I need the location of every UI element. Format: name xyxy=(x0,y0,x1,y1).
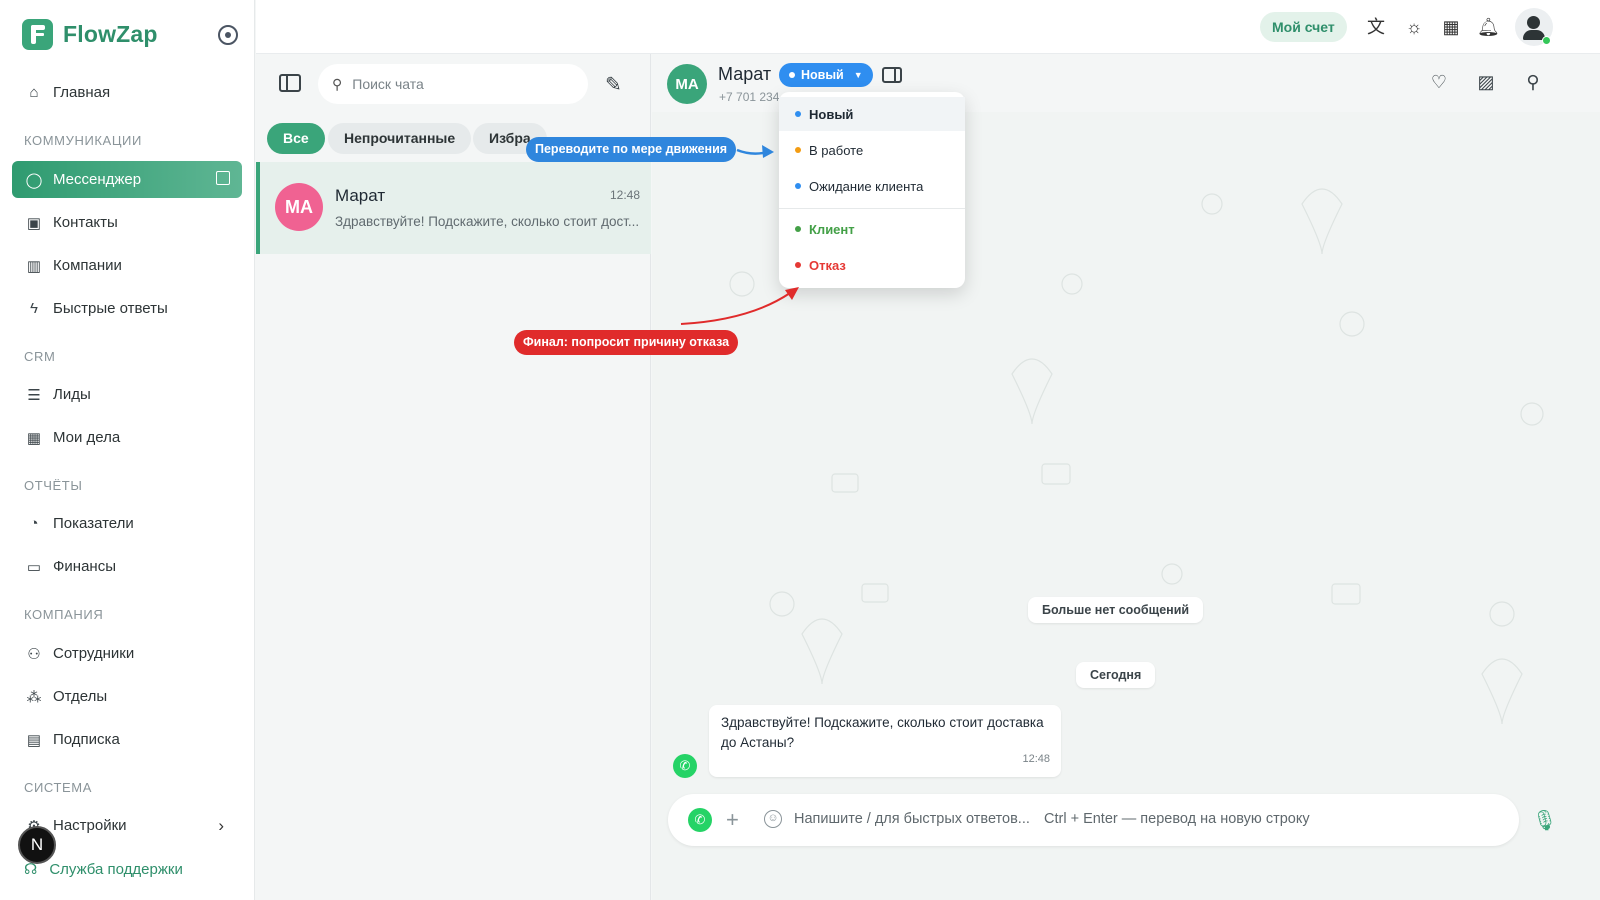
microphone-icon[interactable]: 🎙︎ xyxy=(1532,808,1557,834)
attach-icon[interactable]: + xyxy=(726,807,739,833)
whatsapp-channel-icon[interactable]: ✆ xyxy=(688,808,712,832)
composer-hint: Ctrl + Enter — перевод на новую строку xyxy=(1044,811,1310,827)
composer-placeholder: Напишите / для быстрых ответов... xyxy=(794,811,1030,827)
date-separator: Сегодня xyxy=(1076,662,1156,688)
arrow-red xyxy=(680,292,791,325)
incoming-message: Здравствуйте! Подскажите, сколько стоит … xyxy=(709,705,1061,777)
arrow-blue-head xyxy=(762,145,774,158)
arrow-red-head xyxy=(785,287,799,300)
no-more-messages-label: Больше нет сообщений xyxy=(1028,597,1204,623)
message-composer[interactable]: ✆ + ☺ Напишите / для быстрых ответов... … xyxy=(668,794,1519,846)
message-time: 12:48 xyxy=(1022,753,1050,765)
whatsapp-icon: ✆ xyxy=(673,754,697,778)
message-text: Здравствуйте! Подскажите, сколько стоит … xyxy=(721,715,1044,750)
emoji-icon[interactable]: ☺ xyxy=(764,810,782,828)
